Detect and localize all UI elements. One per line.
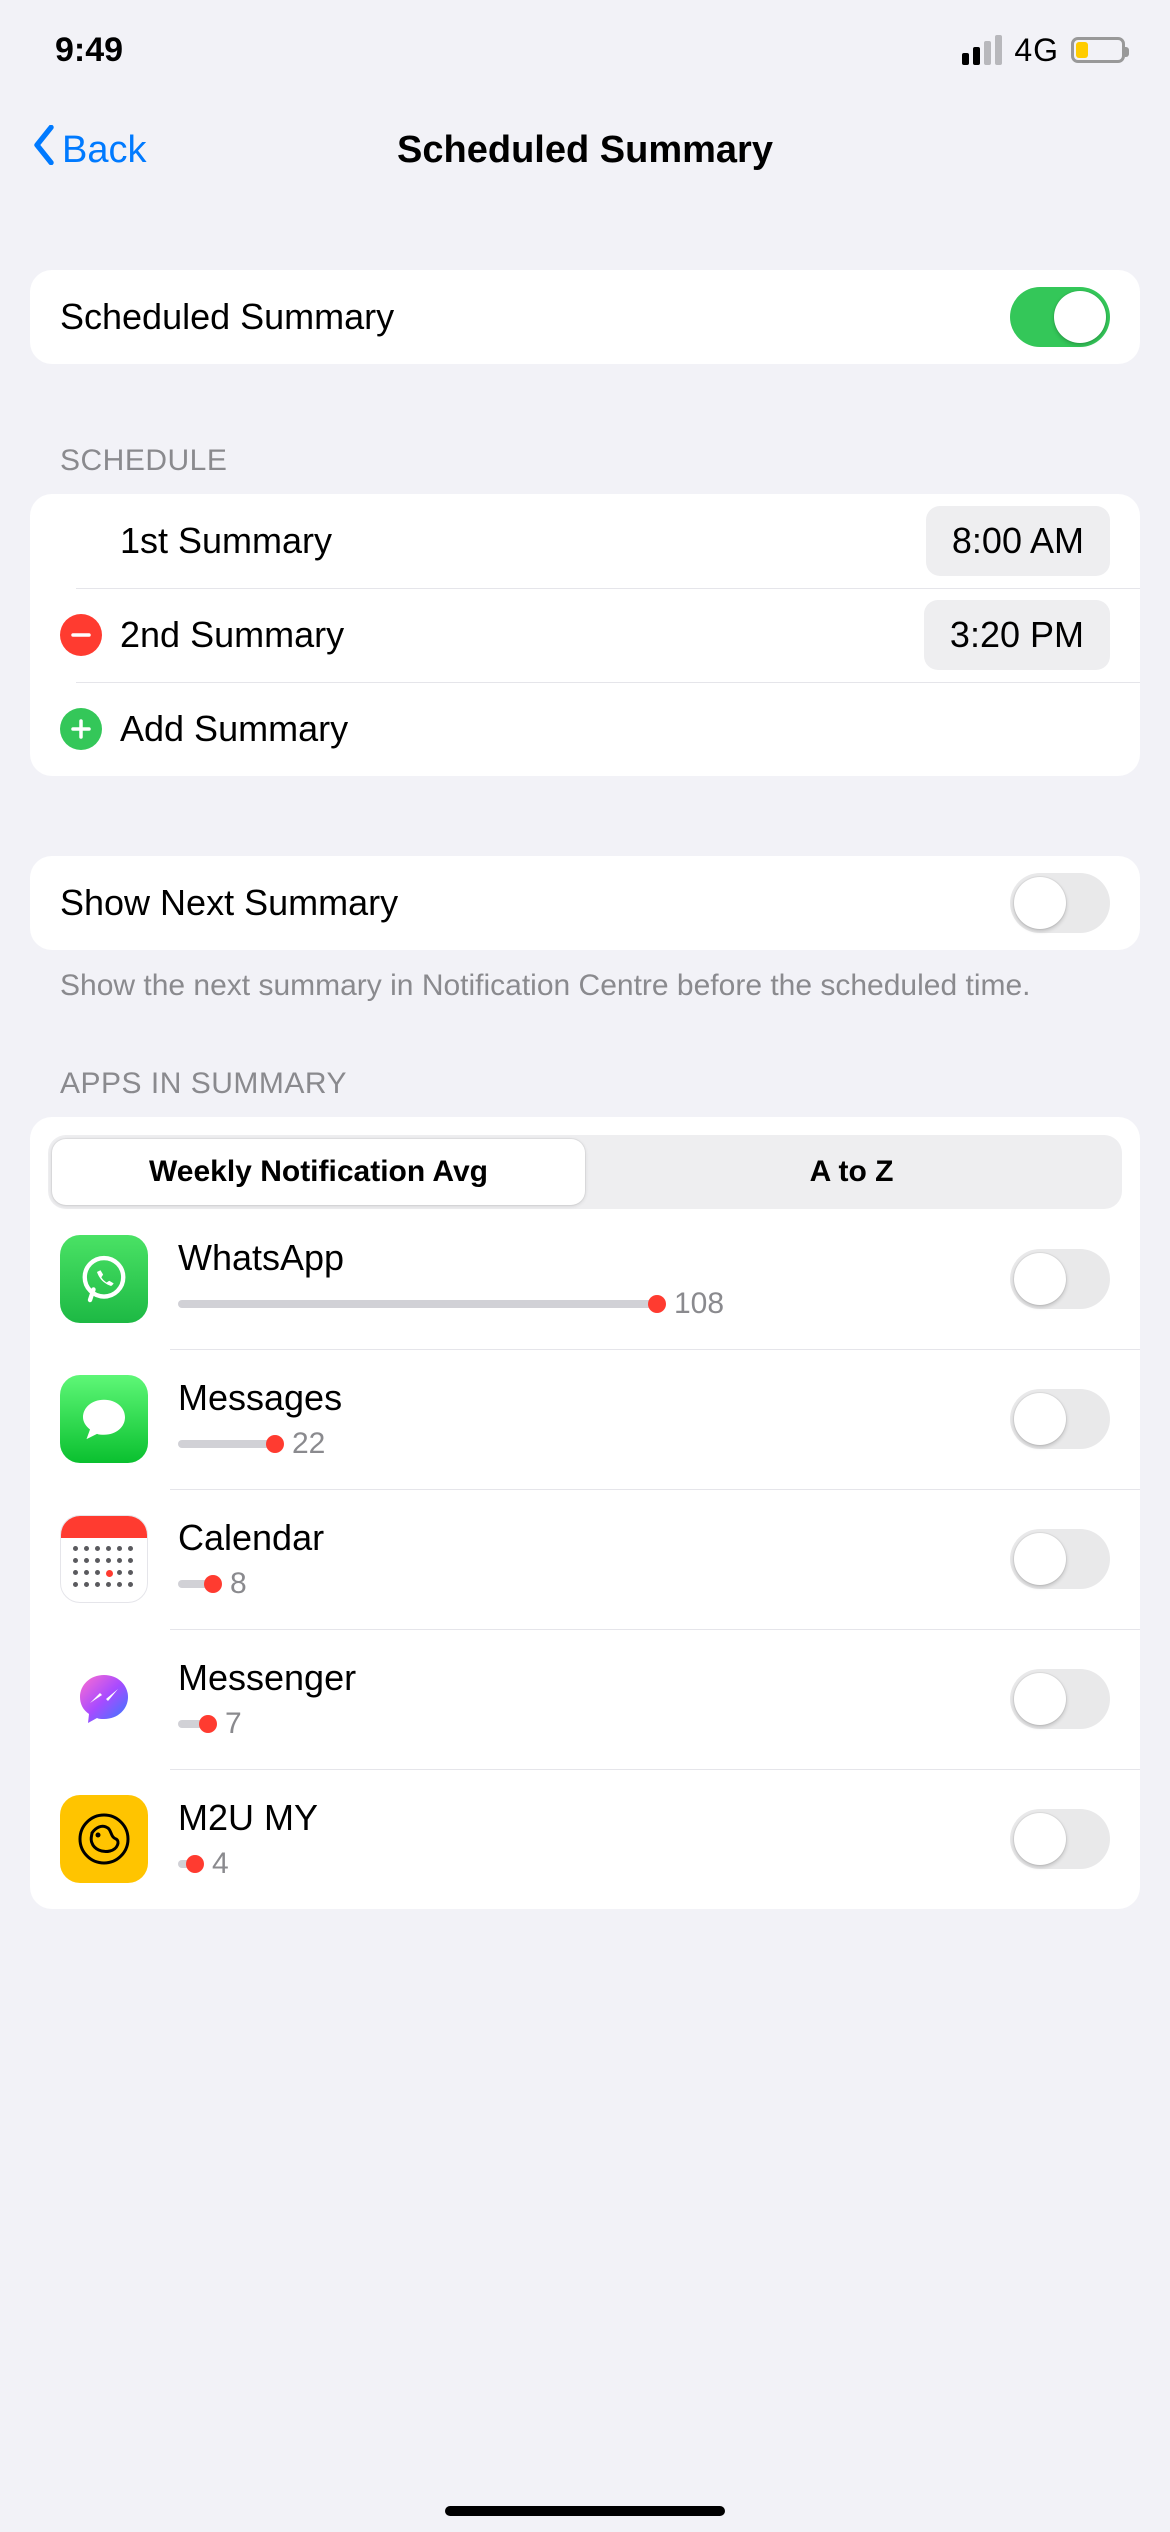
summary-1-time[interactable]: 8:00 AM <box>926 506 1110 576</box>
schedule-group: 1st Summary 8:00 AM 2nd Summary 3:20 PM … <box>30 494 1140 776</box>
show-next-summary-group: Show Next Summary <box>30 856 1140 950</box>
show-next-summary-toggle[interactable] <box>1010 873 1110 933</box>
status-right: 4G <box>962 32 1125 69</box>
summary-2-label: 2nd Summary <box>120 614 924 656</box>
show-next-summary-row[interactable]: Show Next Summary <box>30 856 1140 950</box>
add-summary-button[interactable] <box>60 708 102 750</box>
app-row-messages[interactable]: Messages 22 <box>30 1349 1140 1489</box>
cellular-signal-icon <box>962 35 1002 65</box>
notification-count: 4 <box>212 1847 229 1881</box>
app-toggle-messages[interactable] <box>1010 1389 1110 1449</box>
add-summary-row[interactable]: Add Summary <box>30 682 1140 776</box>
notification-count: 8 <box>230 1567 247 1601</box>
notification-count: 7 <box>225 1707 242 1741</box>
app-toggle-calendar[interactable] <box>1010 1529 1110 1589</box>
calendar-icon <box>60 1515 148 1603</box>
add-summary-label: Add Summary <box>120 708 1110 750</box>
app-toggle-m2u[interactable] <box>1010 1809 1110 1869</box>
app-name: Calendar <box>178 1517 986 1559</box>
app-name: Messenger <box>178 1657 986 1699</box>
summary-row-2[interactable]: 2nd Summary 3:20 PM <box>30 588 1140 682</box>
back-label: Back <box>62 129 146 172</box>
whatsapp-icon <box>60 1235 148 1323</box>
sort-weekly-avg[interactable]: Weekly Notification Avg <box>52 1139 585 1205</box>
schedule-header: SCHEDULE <box>30 364 1140 494</box>
show-next-summary-footer: Show the next summary in Notification Ce… <box>30 950 1140 1007</box>
app-row-messenger[interactable]: Messenger 7 <box>30 1629 1140 1769</box>
notification-bar: 4 <box>178 1847 986 1881</box>
m2u-icon <box>60 1795 148 1883</box>
app-toggle-whatsapp[interactable] <box>1010 1249 1110 1309</box>
summary-row-1[interactable]: 1st Summary 8:00 AM <box>30 494 1140 588</box>
remove-summary-button[interactable] <box>60 614 102 656</box>
app-body: M2U MY 4 <box>148 1797 1010 1881</box>
scheduled-summary-group: Scheduled Summary <box>30 270 1140 364</box>
home-indicator[interactable] <box>445 2506 725 2516</box>
scheduled-summary-toggle[interactable] <box>1010 287 1110 347</box>
notification-count: 108 <box>674 1287 724 1321</box>
nav-bar: Back Scheduled Summary <box>0 100 1170 200</box>
page-title: Scheduled Summary <box>0 129 1170 172</box>
notification-bar: 108 <box>178 1287 986 1321</box>
messages-icon <box>60 1375 148 1463</box>
show-next-summary-label: Show Next Summary <box>60 882 1010 924</box>
status-time: 9:49 <box>55 31 123 70</box>
app-row-whatsapp[interactable]: WhatsApp 108 <box>30 1209 1140 1349</box>
back-button[interactable]: Back <box>30 125 146 175</box>
summary-2-time[interactable]: 3:20 PM <box>924 600 1110 670</box>
battery-icon <box>1071 37 1125 63</box>
app-name: WhatsApp <box>178 1237 986 1279</box>
app-row-calendar[interactable]: Calendar 8 <box>30 1489 1140 1629</box>
notification-bar: 8 <box>178 1567 986 1601</box>
network-type: 4G <box>1014 32 1059 69</box>
chevron-left-icon <box>30 125 58 175</box>
apps-group: Weekly Notification Avg A to Z WhatsApp 1… <box>30 1117 1140 1909</box>
notification-count: 22 <box>292 1427 325 1461</box>
app-row-m2u[interactable]: M2U MY 4 <box>30 1769 1140 1909</box>
app-body: Messages 22 <box>148 1377 1010 1461</box>
messenger-icon <box>60 1655 148 1743</box>
app-toggle-messenger[interactable] <box>1010 1669 1110 1729</box>
sort-segmented-control[interactable]: Weekly Notification Avg A to Z <box>48 1135 1122 1209</box>
scheduled-summary-row[interactable]: Scheduled Summary <box>30 270 1140 364</box>
sort-a-to-z[interactable]: A to Z <box>585 1139 1118 1205</box>
app-body: Calendar 8 <box>148 1517 1010 1601</box>
status-bar: 9:49 4G <box>0 0 1170 100</box>
notification-bar: 7 <box>178 1707 986 1741</box>
app-name: M2U MY <box>178 1797 986 1839</box>
apps-header: APPS IN SUMMARY <box>30 1007 1140 1117</box>
notification-bar: 22 <box>178 1427 986 1461</box>
app-name: Messages <box>178 1377 986 1419</box>
apps-list: WhatsApp 108 Messages 22 Calendar 8 Messenger 7… <box>30 1209 1140 1909</box>
summary-1-label: 1st Summary <box>60 520 926 562</box>
app-body: Messenger 7 <box>148 1657 1010 1741</box>
scheduled-summary-label: Scheduled Summary <box>60 296 1010 338</box>
app-body: WhatsApp 108 <box>148 1237 1010 1321</box>
